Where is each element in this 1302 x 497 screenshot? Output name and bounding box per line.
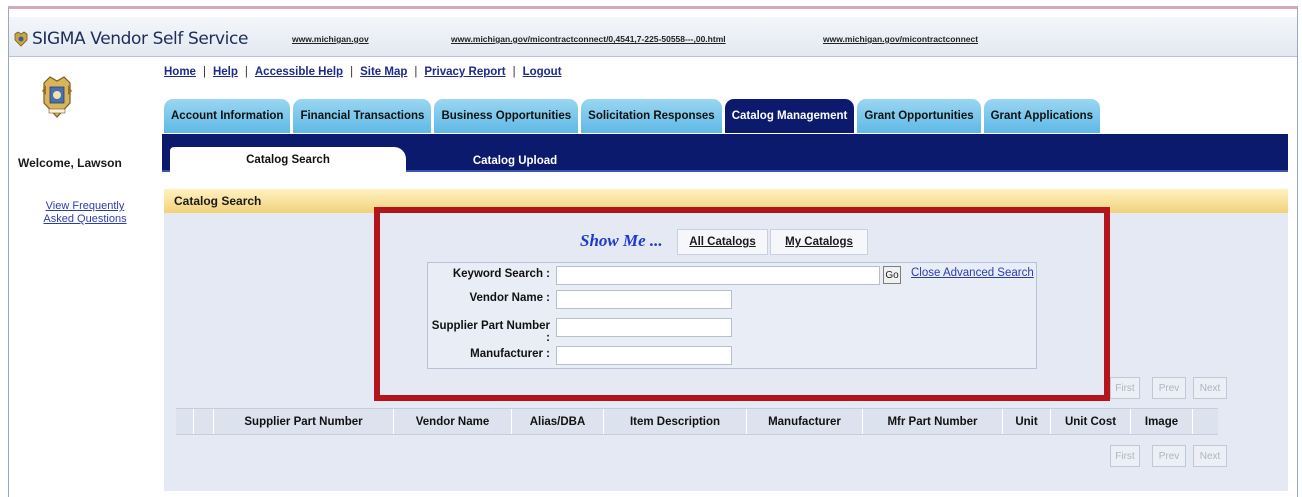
app-brand: SIGMA Vendor Self Service	[13, 29, 248, 49]
column-unit[interactable]: Unit	[1003, 409, 1051, 434]
my-catalogs-button[interactable]: My Catalogs	[770, 229, 868, 255]
nav-separator: |	[202, 66, 206, 78]
keyword-search-input[interactable]	[556, 266, 880, 285]
help-link[interactable]: Help	[213, 66, 238, 78]
nav-separator: |	[244, 66, 248, 78]
column-image[interactable]: Image	[1131, 409, 1193, 434]
tab-business-opportunities[interactable]: Business Opportunities	[434, 99, 579, 133]
privacy-report-link[interactable]: Privacy Report	[424, 66, 505, 78]
logout-link[interactable]: Logout	[523, 66, 562, 78]
column-manufacturer[interactable]: Manufacturer	[747, 409, 863, 434]
results-table-header: Supplier Part Number Vendor Name Alias/D…	[176, 408, 1218, 435]
faq-link-line1[interactable]: View Frequently	[40, 200, 130, 213]
table-header-spacer	[194, 409, 214, 434]
main-tabs: Account Information Financial Transactio…	[164, 99, 1101, 133]
manufacturer-input[interactable]	[556, 346, 732, 365]
url-link-2[interactable]: www.michigan.gov/micontractconnect/0,454…	[451, 34, 726, 44]
column-vendor-name[interactable]: Vendor Name	[394, 409, 512, 434]
section-header: Catalog Search	[164, 189, 1288, 213]
welcome-message: Welcome, Lawson	[18, 156, 122, 170]
site-map-link[interactable]: Site Map	[360, 66, 407, 78]
tab-grant-applications[interactable]: Grant Applications	[983, 99, 1101, 133]
tab-account-information[interactable]: Account Information	[164, 99, 291, 133]
all-catalogs-button[interactable]: All Catalogs	[677, 229, 768, 255]
header-strip: SIGMA Vendor Self Service www.michigan.g…	[9, 17, 1297, 57]
first-page-button-bottom[interactable]: First	[1110, 445, 1140, 467]
url-link-3[interactable]: www.michigan.gov/micontractconnect	[823, 34, 978, 44]
nav-separator: |	[512, 66, 516, 78]
faq-link[interactable]: View Frequently Asked Questions	[40, 200, 130, 226]
supplier-part-number-label: Supplier Part Number :	[431, 320, 550, 344]
url-link-1[interactable]: www.michigan.gov	[292, 34, 369, 44]
first-page-button-top[interactable]: First	[1110, 377, 1140, 399]
manufacturer-label: Manufacturer :	[470, 348, 550, 360]
column-mfr-part-number[interactable]: Mfr Part Number	[863, 409, 1003, 434]
table-header-spacer	[176, 409, 194, 434]
state-seal-icon	[42, 76, 72, 118]
home-link[interactable]: Home	[164, 66, 196, 78]
column-supplier-part-number[interactable]: Supplier Part Number	[214, 409, 394, 434]
tab-catalog-management[interactable]: Catalog Management	[724, 99, 855, 133]
column-item-description[interactable]: Item Description	[604, 409, 747, 434]
column-unit-cost[interactable]: Unit Cost	[1051, 409, 1131, 434]
next-page-button-bottom[interactable]: Next	[1193, 445, 1227, 467]
subtab-catalog-upload[interactable]: Catalog Upload	[410, 148, 620, 173]
next-page-button-top[interactable]: Next	[1193, 377, 1227, 399]
column-alias-dba[interactable]: Alias/DBA	[512, 409, 604, 434]
subtab-catalog-search[interactable]: Catalog Search	[170, 147, 406, 172]
keyword-search-label: Keyword Search :	[452, 268, 550, 280]
show-me-label: Show Me ...	[580, 231, 663, 250]
accessible-help-link[interactable]: Accessible Help	[255, 66, 343, 78]
vendor-name-input[interactable]	[556, 290, 732, 309]
tab-financial-transactions[interactable]: Financial Transactions	[293, 99, 432, 133]
nav-separator: |	[350, 66, 354, 78]
vendor-name-label: Vendor Name :	[469, 292, 550, 304]
nav-separator: |	[414, 66, 418, 78]
prev-page-button-top[interactable]: Prev	[1152, 377, 1186, 399]
michigan-seal-icon	[14, 31, 28, 47]
supplier-part-number-input[interactable]	[556, 318, 732, 337]
app-brand-text: SIGMA Vendor Self Service	[32, 29, 248, 49]
prev-page-button-bottom[interactable]: Prev	[1152, 445, 1186, 467]
tab-grant-opportunities[interactable]: Grant Opportunities	[857, 99, 981, 133]
go-button[interactable]: Go	[883, 266, 901, 284]
tab-solicitation-responses[interactable]: Solicitation Responses	[581, 99, 722, 133]
close-advanced-search-link[interactable]: Close Advanced Search	[911, 267, 1034, 279]
faq-link-line2[interactable]: Asked Questions	[40, 213, 130, 226]
utility-nav: Home | Help | Accessible Help | Site Map…	[164, 66, 562, 78]
